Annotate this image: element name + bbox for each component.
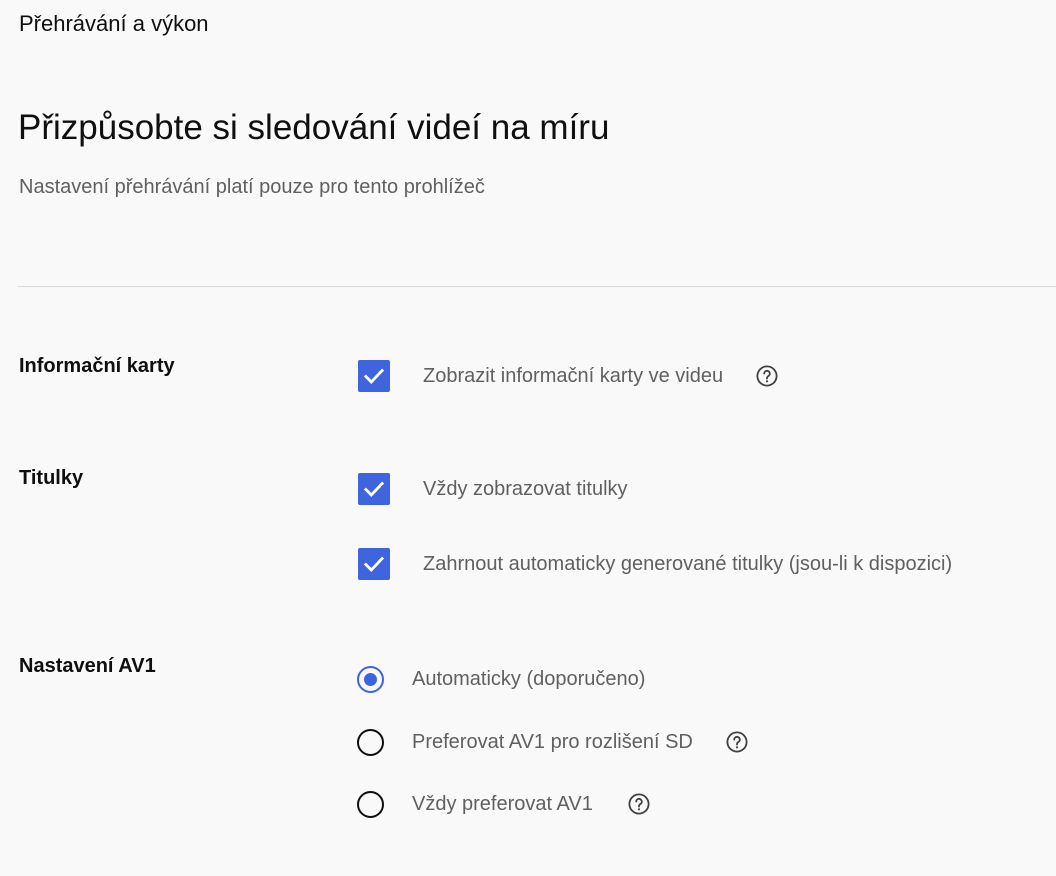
page-subtitle: Nastavení přehrávání platí pouze pro ten… [19, 176, 485, 198]
info-cards-option-label: Zobrazit informační karty ve videu [423, 365, 724, 387]
av1-always-label: Vždy preferovat AV1 [412, 793, 593, 815]
always-show-captions-checkbox[interactable] [358, 473, 390, 505]
checkmark-icon [363, 368, 385, 384]
help-circle-icon[interactable] [755, 364, 779, 388]
option-av1-prefer-sd[interactable]: Preferovat AV1 pro rozlišení SD [357, 722, 749, 762]
av1-always-radio[interactable] [357, 790, 384, 818]
section-label-av1: Nastavení AV1 [19, 655, 156, 677]
radio-selected-dot [364, 672, 377, 686]
checkmark-icon [363, 556, 385, 572]
av1-auto-label: Automaticky (doporučeno) [412, 668, 646, 690]
divider [18, 286, 1056, 287]
auto-generated-captions-checkbox[interactable] [358, 548, 390, 580]
help-circle-icon[interactable] [627, 792, 651, 816]
av1-auto-radio[interactable] [357, 665, 384, 693]
option-auto-generated-captions[interactable]: Zahrnout automaticky generované titulky … [358, 544, 952, 584]
av1-prefer-sd-label: Preferovat AV1 pro rozlišení SD [412, 731, 693, 753]
section-label-captions: Titulky [19, 467, 84, 489]
page-title: Přizpůsobte si sledování videí na míru [18, 108, 610, 147]
info-cards-checkbox[interactable] [358, 360, 390, 392]
option-av1-auto[interactable]: Automaticky (doporučeno) [357, 659, 645, 699]
page-heading: Přehrávání a výkon [19, 11, 209, 36]
help-circle-icon[interactable] [725, 730, 749, 754]
section-label-info-cards: Informační karty [19, 355, 175, 377]
checkmark-icon [363, 481, 385, 497]
auto-generated-captions-label: Zahrnout automaticky generované titulky … [423, 553, 953, 575]
option-always-show-captions[interactable]: Vždy zobrazovat titulky [358, 469, 628, 509]
always-show-captions-label: Vždy zobrazovat titulky [423, 478, 628, 500]
av1-prefer-sd-radio[interactable] [357, 728, 384, 756]
option-show-info-cards[interactable]: Zobrazit informační karty ve videu [358, 356, 779, 396]
option-av1-always[interactable]: Vždy preferovat AV1 [357, 784, 651, 824]
